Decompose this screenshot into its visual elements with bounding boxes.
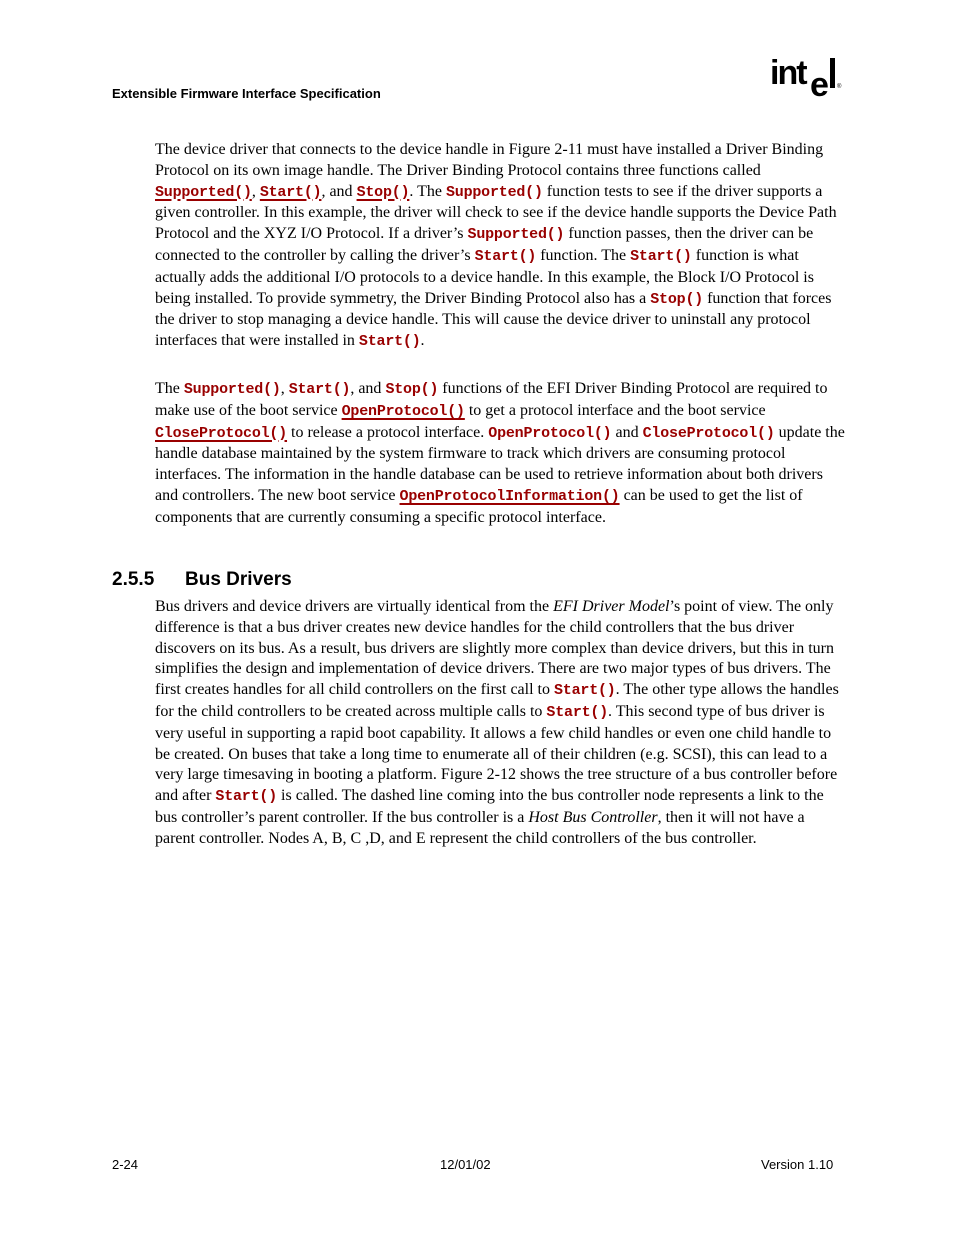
text: , and bbox=[350, 380, 386, 397]
code-start: Start() bbox=[215, 788, 278, 806]
text: . The bbox=[409, 182, 446, 200]
code-start: Start() bbox=[546, 703, 609, 721]
text: , and bbox=[321, 182, 357, 200]
code-supported: Supported() bbox=[183, 381, 281, 398]
svg-text:int: int bbox=[770, 54, 807, 92]
footer-date: 12/01/02 bbox=[440, 1157, 491, 1172]
text: . bbox=[420, 332, 425, 350]
text: , bbox=[280, 380, 289, 397]
footer-page-number: 2-24 bbox=[112, 1157, 139, 1172]
text: The device driver that connects to the d… bbox=[155, 141, 824, 179]
code-stop: Stop() bbox=[385, 381, 439, 398]
text: function. The bbox=[536, 246, 631, 264]
paragraph-bus-drivers: Bus drivers and device drivers are virtu… bbox=[155, 597, 845, 850]
code-start: Start() bbox=[288, 381, 351, 398]
document-page: Extensible Firmware Interface Specificat… bbox=[0, 0, 954, 1235]
section-heading: 2.5.5 Bus Drivers bbox=[112, 569, 292, 591]
paragraph-boot-services: The Supported(), Start(), and Stop() fun… bbox=[155, 379, 845, 529]
text: to release a protocol interface. bbox=[287, 423, 489, 441]
intel-logo: int e ® bbox=[770, 54, 842, 102]
paragraph-driver-binding: The device driver that connects to the d… bbox=[155, 140, 845, 353]
text: to get a protocol interface and the boot… bbox=[464, 401, 766, 419]
emphasis: Host Bus Controller bbox=[528, 808, 658, 826]
text: , bbox=[251, 182, 260, 200]
code-start: Start() bbox=[474, 247, 537, 265]
code-start: Start() bbox=[630, 247, 692, 265]
running-header: Extensible Firmware Interface Specificat… bbox=[112, 86, 381, 101]
svg-text:e: e bbox=[810, 66, 829, 102]
text: The bbox=[155, 380, 184, 397]
openprotocol-link[interactable]: OpenProtocol() bbox=[342, 403, 465, 420]
stop-link[interactable]: Stop() bbox=[357, 184, 410, 201]
section-number: 2.5.5 bbox=[112, 569, 155, 590]
code-supported: Supported() bbox=[445, 183, 543, 201]
emphasis: EFI Driver Model bbox=[553, 598, 670, 615]
code-supported: Supported() bbox=[467, 226, 565, 244]
footer-version: Version 1.10 bbox=[761, 1157, 834, 1172]
code-closeprotocol: CloseProtocol() bbox=[642, 424, 775, 442]
code-openprotocol: OpenProtocol() bbox=[488, 424, 612, 442]
text: Bus drivers and device drivers are virtu… bbox=[155, 598, 554, 615]
openprotocolinformation-link[interactable]: OpenProtocolInformation() bbox=[400, 488, 620, 505]
closeprotocol-link[interactable]: CloseProtocol() bbox=[155, 425, 287, 442]
code-start: Start() bbox=[358, 333, 421, 351]
supported-link[interactable]: Supported() bbox=[155, 184, 252, 201]
start-link[interactable]: Start() bbox=[260, 184, 322, 201]
text: and bbox=[611, 423, 643, 441]
code-start: Start() bbox=[553, 682, 616, 700]
section-title: Bus Drivers bbox=[185, 569, 292, 590]
svg-text:®: ® bbox=[837, 83, 842, 90]
code-stop: Stop() bbox=[650, 290, 704, 308]
